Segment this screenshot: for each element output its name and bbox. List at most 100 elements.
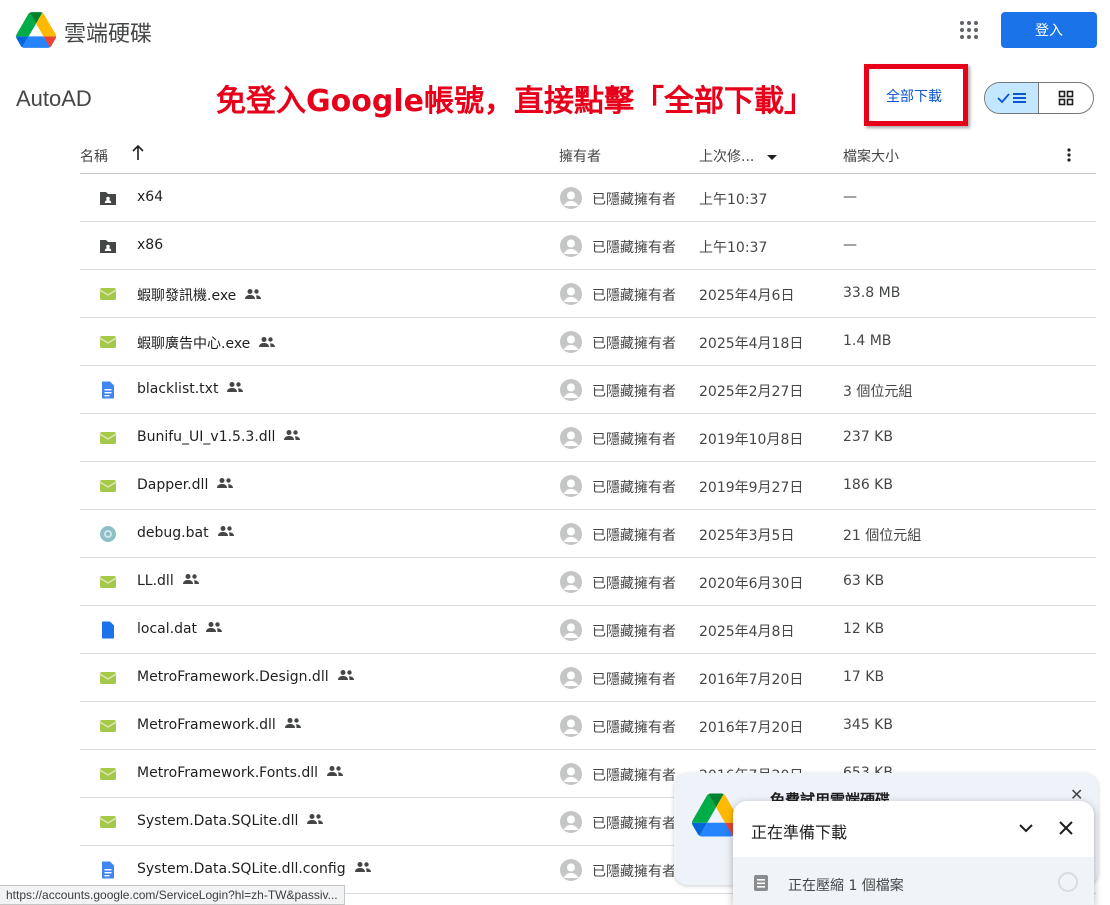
owner-text: 已隱藏擁有者 [592, 480, 676, 496]
list-view-button[interactable] [985, 83, 1040, 113]
owner-text: 已隱藏擁有者 [592, 816, 676, 832]
file-name[interactable]: 蝦聊廣告中心.exe [137, 333, 276, 353]
file-name[interactable]: Dapper.dll [137, 477, 234, 493]
owner-text: 已隱藏擁有者 [592, 672, 676, 688]
owner-text: 已隱藏擁有者 [592, 720, 676, 736]
binary-file-icon [98, 812, 118, 832]
size-text: 345 KB [843, 717, 893, 733]
owner-text: 已隱藏擁有者 [592, 768, 676, 784]
close-icon[interactable] [1057, 819, 1075, 841]
zip-file-icon [754, 875, 768, 891]
owner-text: 已隱藏擁有者 [592, 288, 676, 304]
file-name[interactable]: x86 [137, 237, 163, 253]
modified-text: 2019年9月27日 [699, 480, 804, 496]
avatar [560, 283, 582, 305]
download-status-text: 正在壓縮 1 個檔案 [788, 878, 904, 894]
file-name[interactable]: blacklist.txt [137, 381, 244, 397]
avatar [560, 235, 582, 257]
owner-text: 已隱藏擁有者 [592, 240, 676, 256]
file-name[interactable]: MetroFramework.Design.dll [137, 669, 355, 685]
check-list-icon [996, 93, 1026, 104]
size-text: 237 KB [843, 429, 893, 445]
binary-file-icon [98, 764, 118, 784]
file-name[interactable]: MetroFramework.dll [137, 717, 302, 733]
shared-people-icon [283, 429, 301, 445]
table-row[interactable]: x86 已隱藏擁有者 上午10:37 — [80, 222, 1096, 270]
link-status-bar: https://accounts.google.com/ServiceLogin… [0, 885, 345, 905]
avatar [560, 619, 582, 641]
size-text: 1.4 MB [843, 333, 892, 349]
table-row[interactable]: 蝦聊廣告中心.exe 已隱藏擁有者 2025年4月18日 1.4 MB [80, 318, 1096, 366]
file-name[interactable]: System.Data.SQLite.dll [137, 813, 324, 829]
shared-people-icon [226, 381, 244, 397]
modified-text: 2025年4月8日 [699, 624, 795, 640]
grid-view-button[interactable] [1039, 83, 1093, 113]
file-name[interactable]: 蝦聊發訊機.exe [137, 285, 262, 305]
file-name[interactable]: LL.dll [137, 573, 200, 589]
table-row[interactable]: Dapper.dll 已隱藏擁有者 2019年9月27日 186 KB [80, 462, 1096, 510]
table-row[interactable]: debug.bat 已隱藏擁有者 2025年3月5日 21 個位元組 [80, 510, 1096, 558]
column-header-modified[interactable]: 上次修... [699, 146, 754, 166]
text-doc-icon [98, 860, 118, 880]
owner-text: 已隱藏擁有者 [592, 192, 676, 208]
login-button[interactable]: 登入 [1001, 12, 1097, 48]
more-options-icon[interactable] [1066, 147, 1072, 167]
modified-text: 2025年2月27日 [699, 384, 804, 400]
file-name[interactable]: debug.bat [137, 525, 235, 541]
table-row[interactable]: local.dat 已隱藏擁有者 2025年4月8日 12 KB [80, 606, 1096, 654]
shared-people-icon [306, 813, 324, 829]
file-name[interactable]: MetroFramework.Fonts.dll [137, 765, 344, 781]
file-name-text: blacklist.txt [137, 381, 219, 397]
column-header-owner[interactable]: 擁有者 [559, 146, 601, 166]
owner-text: 已隱藏擁有者 [592, 528, 676, 544]
avatar [560, 331, 582, 353]
sort-dropdown-icon[interactable] [766, 150, 778, 166]
file-name-text: 蝦聊發訊機.exe [137, 288, 237, 304]
text-doc-icon [98, 380, 118, 400]
top-bar: 雲端硬碟 登入 [0, 0, 1110, 62]
shared-people-icon [337, 669, 355, 685]
file-name[interactable]: local.dat [137, 621, 223, 637]
owner-text: 已隱藏擁有者 [592, 864, 676, 880]
file-name-text: x64 [137, 189, 164, 205]
file-name-text: MetroFramework.Fonts.dll [137, 765, 319, 781]
sort-ascending-icon[interactable] [130, 144, 146, 166]
table-row[interactable]: MetroFramework.dll 已隱藏擁有者 2016年7月20日 345 KB [80, 702, 1096, 750]
avatar [560, 379, 582, 401]
avatar [560, 187, 582, 209]
column-header-size[interactable]: 檔案大小 [843, 146, 899, 166]
chevron-down-icon[interactable] [1017, 819, 1035, 841]
table-row[interactable]: LL.dll 已隱藏擁有者 2020年6月30日 63 KB [80, 558, 1096, 606]
drive-logo-icon[interactable] [16, 12, 56, 48]
apps-grid-icon[interactable] [958, 19, 980, 41]
file-name[interactable]: System.Data.SQLite.dll.config [137, 861, 372, 877]
file-name[interactable]: Bunifu_UI_v1.5.3.dll [137, 429, 301, 445]
file-name-text: debug.bat [137, 525, 209, 541]
owner-text: 已隱藏擁有者 [592, 432, 676, 448]
file-name-text: MetroFramework.dll [137, 717, 276, 733]
grid-view-icon [1058, 90, 1074, 106]
brand-title[interactable]: 雲端硬碟 [64, 16, 152, 48]
owner-text: 已隱藏擁有者 [592, 624, 676, 640]
download-all-button[interactable]: 全部下載 [886, 86, 942, 106]
table-row[interactable]: MetroFramework.Design.dll 已隱藏擁有者 2016年7月20… [80, 654, 1096, 702]
file-name[interactable]: x64 [137, 189, 163, 205]
avatar [560, 715, 582, 737]
table-row[interactable]: Bunifu_UI_v1.5.3.dll 已隱藏擁有者 2019年10月8日 237 … [80, 414, 1096, 462]
binary-file-icon [98, 332, 118, 352]
shared-people-icon [326, 765, 344, 781]
size-text: 186 KB [843, 477, 893, 493]
modified-text: 2025年3月5日 [699, 528, 795, 544]
avatar [560, 475, 582, 497]
folder-title: AutoAD [16, 86, 92, 111]
avatar [560, 667, 582, 689]
size-text: 12 KB [843, 621, 885, 637]
column-header-name[interactable]: 名稱 [80, 146, 108, 166]
file-name-text: x86 [137, 237, 164, 253]
table-row[interactable]: blacklist.txt 已隱藏擁有者 2025年2月27日 3 個位元組 [80, 366, 1096, 414]
table-row[interactable]: 蝦聊發訊機.exe 已隱藏擁有者 2025年4月6日 33.8 MB [80, 270, 1096, 318]
shared-people-icon [216, 477, 234, 493]
binary-file-icon [98, 668, 118, 688]
download-progress-panel: 正在準備下載 正在壓縮 1 個檔案 [733, 801, 1094, 905]
table-row[interactable]: x64 已隱藏擁有者 上午10:37 — [80, 174, 1096, 222]
